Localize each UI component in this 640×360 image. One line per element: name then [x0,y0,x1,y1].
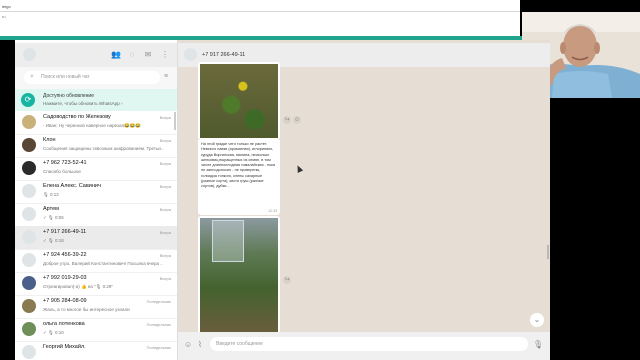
my-avatar[interactable] [23,48,36,61]
contact-avatar[interactable] [184,48,197,61]
text-message[interactable]: На этой грядке чего только не растет. Не… [198,140,280,215]
scroll-down-button[interactable]: ⌄ [530,313,544,327]
avatar [22,276,36,290]
new-chat-icon[interactable]: ✉ [143,50,153,60]
reaction-icon[interactable]: ☺ [293,116,301,124]
chat-name: +7 992 019-29-03 [43,275,87,281]
avatar [22,322,36,336]
chat-list-item[interactable]: +7 924 456-39-22 Доброе утро, Валерий Ко… [15,249,177,273]
chat-name: +7 917 266-49-11 [43,229,87,235]
emoji-icon[interactable]: ☺ [184,340,192,349]
chat-time: Понедельник [146,322,171,327]
contact-name: +7 917 266-49-11 [202,52,246,58]
message-time: 12:33 [268,209,277,213]
compose-bar: ☺ ⌇ Введите сообщение 🎙 [178,332,550,360]
microphone-icon[interactable]: 🎙 [533,340,543,349]
chat-list-item[interactable]: +7 962 723-52-41 Спасибо большое Вчера [15,157,177,181]
chat-preview: Доброе утро, Валерий Константинович! Пос… [43,261,163,266]
avatar [22,115,36,129]
chat-time: Вчера [159,253,171,258]
search-placeholder: Поиск или новый чат [41,74,90,80]
avatar [22,207,36,221]
forward-icon[interactable]: ↪ [283,116,291,124]
forward-icon[interactable]: ↪ [283,276,291,284]
attach-icon[interactable]: ⌇ [198,340,202,349]
chat-time: Вчера [159,184,171,189]
chat-list-item-selected[interactable]: +7 917 266-49-11 ✓ 🎙 0:18 Вчера [15,226,177,250]
avatar [22,138,36,152]
image-message[interactable] [198,62,280,140]
chat-list-item[interactable]: +7 992 019-29-03 Отреагировал(-а) 👍 на "… [15,272,177,296]
message-input[interactable]: Введите сообщение [210,337,528,351]
chat-name: Садоводство по Железову [43,114,111,120]
chat-list-header: 👥 ◌ ✉ ⋮ [15,43,177,67]
chat-list-item[interactable]: Клон Сообщения защищены сквозным шифрова… [15,134,177,158]
chat-list-item[interactable]: +7 905 284-08-09 Жаль, а то многое бы ин… [15,295,177,319]
chat-name: Артем [43,206,59,212]
chat-name: ольга лотенкова [43,321,85,327]
chat-list-item[interactable]: Георгий Михайл. Понедельник [15,341,177,360]
chat-time: Вчера [159,161,171,166]
filter-icon[interactable]: ≡ [164,73,168,80]
plant-photo [200,64,278,138]
image-message[interactable] [198,216,280,336]
conversation-panel: +7 917 266-49-11 На этой грядке чего тол… [178,40,550,360]
browser-text-2: ru [2,14,6,19]
search-input[interactable]: ⌕ Поиск или новый чат [24,71,160,84]
chat-name: +7 905 284-08-09 [43,298,87,304]
search-row: ⌕ Поиск или новый чат ≡ [15,67,177,89]
notification-subtitle: Нажмите, чтобы обновить WhatsApp › [43,101,123,106]
chat-list-panel: 👥 ◌ ✉ ⋮ ⌕ Поиск или новый чат ≡ ⟳ Доступ… [15,40,178,360]
avatar [22,161,36,175]
avatar [22,345,36,359]
chat-preview: ✓ 🎙 0:18 [43,238,64,243]
chat-preview: Спасибо большое [43,169,81,174]
chat-time: Вчера [159,138,171,143]
chat-list-item[interactable]: Елена Алекс. Савинич 🎙 0:12 Вчера [15,180,177,204]
chat-name: Георгий Михайл. [43,344,86,350]
chat-time: Вчера [159,115,171,120]
status-icon[interactable]: ◌ [127,50,137,60]
message-text: На этой грядке чего только не растет. Не… [201,142,275,189]
chat-preview: 🎙 0:12 [43,192,59,197]
chat-time: Вчера [159,207,171,212]
browser-top-strip: letgo ru [0,0,520,40]
chat-list-scrollbar[interactable] [174,112,176,130]
chat-list-item[interactable]: ольга лотенкова ✓ 🎙 0:10 Понедельник [15,318,177,342]
chat-list-item[interactable]: Садоводство по Железову - Иван: Ну черен… [15,111,177,135]
conversation-scrollbar[interactable] [547,245,549,259]
chat-name: +7 962 723-52-41 [43,160,87,166]
chat-name: +7 924 456-39-22 [43,252,87,258]
avatar [22,230,36,244]
browser-text-1: letgo [2,4,11,9]
refresh-icon: ⟳ [21,93,35,107]
chat-preview: - Иван: Ну черенков наверное нарезал😂😂😂 [43,123,142,128]
chat-preview: Сообщения защищены сквозным шифрованием.… [43,146,163,151]
chat-preview: ✓ 🎙 0:10 [43,330,64,335]
chat-preview: Отреагировал(-а) 👍 на "🎙 0:29" [43,284,113,289]
communities-icon[interactable]: 👥 [111,50,121,60]
update-notification[interactable]: ⟳ Доступно обновление Нажмите, чтобы обн… [15,89,177,111]
chat-time: Понедельник [146,299,171,304]
avatar [22,184,36,198]
chat-name: Клон [43,137,56,143]
notification-title: Доступно обновление [43,93,94,99]
divider [0,11,520,12]
chat-time: Вчера [159,230,171,235]
chat-list-item[interactable]: Артем ✓ 🎙 0:06 Вчера [15,203,177,227]
greenhouse-shape [212,220,244,262]
chat-preview: Жаль, а то многое бы интересное узнали [43,307,130,312]
avatar [22,299,36,313]
chat-preview: ✓ 🎙 0:06 [43,215,64,220]
message-placeholder: Введите сообщение [216,341,263,347]
chat-time: Понедельник [146,345,171,350]
menu-icon[interactable]: ⋮ [160,50,170,60]
chat-name: Елена Алекс. Савинич [43,183,101,189]
avatar [22,253,36,267]
chat-time: Вчера [159,276,171,281]
search-icon: ⌕ [30,73,34,80]
